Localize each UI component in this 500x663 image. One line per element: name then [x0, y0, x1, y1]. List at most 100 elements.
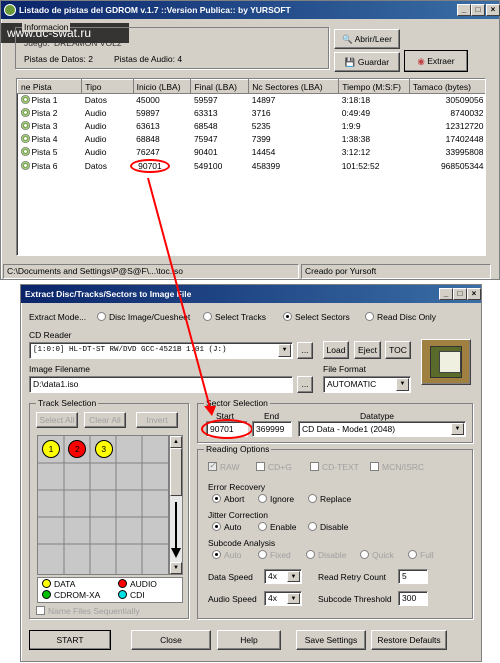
- close-button[interactable]: ×: [486, 4, 500, 16]
- subcode-disable-radio[interactable]: Disable: [306, 550, 346, 560]
- image-filename-input[interactable]: D:\data1.iso: [29, 376, 293, 393]
- chevron-down-icon[interactable]: ▼: [287, 593, 300, 604]
- audio-dot-icon: [118, 579, 127, 588]
- col-sectores[interactable]: Nc Sectores (LBA): [248, 79, 340, 94]
- load-label: Load: [326, 345, 346, 355]
- restore-defaults-button[interactable]: Restore Defaults: [371, 630, 447, 650]
- mode-select-sectors-radio[interactable]: Select Sectors: [283, 312, 350, 322]
- image-filename-browse-button[interactable]: ...: [297, 376, 313, 393]
- read-retry-input[interactable]: 5: [398, 569, 428, 584]
- table-row[interactable]: Pista 6 Datos 90701 549100 458399 101:52…: [18, 158, 486, 173]
- maximize-button[interactable]: □: [453, 288, 467, 300]
- mode-read-disc-radio[interactable]: Read Disc Only: [365, 312, 436, 322]
- minimize-button[interactable]: _: [457, 4, 471, 16]
- extract-image-icon-button[interactable]: [421, 339, 471, 385]
- eject-button[interactable]: Eject: [354, 341, 381, 359]
- chevron-down-icon[interactable]: ▼: [451, 423, 464, 435]
- error-ignore-radio[interactable]: Ignore: [258, 494, 294, 504]
- mode-select-tracks-radio[interactable]: Select Tracks: [203, 312, 266, 322]
- toc-button[interactable]: TOC: [385, 341, 411, 359]
- mode-disc-image-radio[interactable]: Disc Image/Cuesheet: [97, 312, 190, 322]
- jitter-enable-radio[interactable]: Enable: [258, 522, 296, 532]
- sector-selection-label: Sector Selection: [204, 398, 270, 408]
- help-button[interactable]: Help: [217, 630, 281, 650]
- subcode-quick-radio[interactable]: Quick: [360, 550, 394, 560]
- col-tiempo[interactable]: Tiempo (M:S:F): [338, 79, 410, 94]
- close-button[interactable]: ×: [467, 288, 481, 300]
- chevron-down-icon[interactable]: ▼: [278, 344, 291, 357]
- maximize-button[interactable]: □: [471, 4, 485, 16]
- col-tipo[interactable]: Tipo: [81, 79, 134, 94]
- subcode-full-radio[interactable]: Full: [408, 550, 434, 560]
- sectores-cell: 14454: [251, 147, 276, 157]
- name-files-checkbox[interactable]: Name Files Sequentially: [36, 606, 140, 616]
- data-speed-value: 4x: [268, 571, 277, 581]
- table-row[interactable]: Pista 1 Datos 45000 59597 14897 3:18:18 …: [18, 94, 486, 107]
- datatype-select[interactable]: CD Data - Mode1 (2048) ▼: [298, 421, 466, 437]
- radio-dot: [212, 494, 221, 503]
- col-inicio[interactable]: Inicio (LBA): [132, 79, 192, 94]
- cdg-checkbox[interactable]: CD+G: [256, 462, 292, 472]
- sector-selection-group: Sector Selection Start End Datatype 9070…: [197, 398, 473, 443]
- select-all-button[interactable]: Select All: [36, 412, 78, 428]
- col-pista[interactable]: ne Pista: [17, 79, 83, 94]
- table-row[interactable]: Pista 3 Audio 63613 68548 5235 1:9:9 123…: [18, 120, 486, 133]
- data-speed-select[interactable]: 4x ▼: [264, 569, 302, 584]
- col-final[interactable]: Final (LBA): [190, 79, 250, 94]
- scroll-down-arrow-icon[interactable]: ▼: [170, 562, 182, 574]
- chevron-down-icon[interactable]: ▼: [396, 378, 409, 391]
- subcode-threshold-input[interactable]: 300: [398, 591, 428, 606]
- track-list[interactable]: ne Pista Tipo Inicio (LBA) Final (LBA) N…: [16, 78, 486, 256]
- mcn-checkbox[interactable]: MCN/ISRC: [370, 462, 424, 472]
- cd-icon: [20, 108, 30, 117]
- save-icon: 💾: [344, 57, 356, 67]
- jitter-disable-radio[interactable]: Disable: [308, 522, 348, 532]
- load-button[interactable]: Load: [323, 341, 349, 359]
- table-row[interactable]: Pista 5 Audio 76247 90401 14454 3:12:12 …: [18, 146, 486, 159]
- table-row[interactable]: Pista 2 Audio 59897 63313 3716 0:49:49 8…: [18, 107, 486, 120]
- table-row[interactable]: Pista 4 Audio 68848 75947 7399 1:38:38 1…: [18, 133, 486, 146]
- clear-all-button[interactable]: Clear All: [84, 412, 126, 428]
- guardar-button[interactable]: 💾 Guardar: [334, 52, 400, 72]
- scroll-up-arrow-icon[interactable]: ▲: [170, 436, 182, 448]
- mcn-label: MCN/ISRC: [382, 462, 425, 472]
- raw-checkbox[interactable]: RAW: [208, 461, 240, 472]
- abort-label: Abort: [224, 494, 245, 504]
- subcode-fixed-radio[interactable]: Fixed: [258, 550, 291, 560]
- browse-label: ...: [301, 345, 309, 355]
- cdtext-checkbox[interactable]: CD-TEXT: [310, 462, 359, 472]
- col-tamano[interactable]: Tamaco (bytes): [408, 79, 485, 94]
- chevron-down-icon[interactable]: ▼: [287, 571, 300, 582]
- pista-cell: Pista 2: [18, 107, 82, 120]
- audio-speed-select[interactable]: 4x ▼: [264, 591, 302, 606]
- save-settings-button[interactable]: Save Settings: [296, 630, 366, 650]
- cd-reader-browse-button[interactable]: ...: [297, 342, 313, 359]
- track-scrollbar[interactable]: ▲ ▼: [169, 435, 183, 575]
- error-abort-radio[interactable]: Abort: [212, 494, 244, 504]
- inicio-cell: 76247: [136, 147, 160, 157]
- start-button[interactable]: START: [29, 630, 111, 650]
- image-filename-value: D:\data1.iso: [33, 379, 79, 389]
- jitter-auto-radio[interactable]: Auto: [212, 522, 242, 532]
- legend-data-label: DATA: [54, 579, 76, 589]
- ignore-label: Ignore: [270, 494, 295, 504]
- minimize-button[interactable]: _: [439, 288, 453, 300]
- file-format-select[interactable]: AUTOMATIC ▼: [323, 376, 411, 393]
- error-replace-radio[interactable]: Replace: [308, 494, 351, 504]
- win2-titlebar[interactable]: Extract Disc/Tracks/Sectors to Image Fil…: [21, 285, 481, 303]
- win1-titlebar[interactable]: Listado de pistas del GDROM v.1.7 ::Vers…: [1, 1, 499, 19]
- extraer-button[interactable]: ◉ Extraer: [404, 50, 468, 72]
- status-bar: C:\Documents and Settings\P@S@F\...\toc.…: [3, 264, 499, 279]
- info-group: Informacion Juego: DREAMON VOL2 Pistas d…: [15, 22, 329, 69]
- scroll-thumb[interactable]: [170, 448, 182, 496]
- close-dialog-button[interactable]: Close: [131, 630, 211, 650]
- clear-all-label: Clear All: [89, 415, 121, 425]
- tiempo-cell: 1:38:38: [341, 134, 371, 144]
- cd-reader-select[interactable]: [1:0:0] HL-DT-ST RW/DVD GCC-4521B 1.01 (…: [29, 342, 293, 359]
- subcode-auto-radio[interactable]: Auto: [212, 550, 242, 560]
- invert-button[interactable]: Invert: [136, 412, 178, 428]
- abrir-leer-button[interactable]: 🔍 Abrir/Leer: [334, 29, 400, 49]
- end-sector-input[interactable]: 369999: [252, 421, 292, 437]
- cdrom-xa-dot-icon: [42, 590, 51, 599]
- checkbox-box: [370, 462, 379, 471]
